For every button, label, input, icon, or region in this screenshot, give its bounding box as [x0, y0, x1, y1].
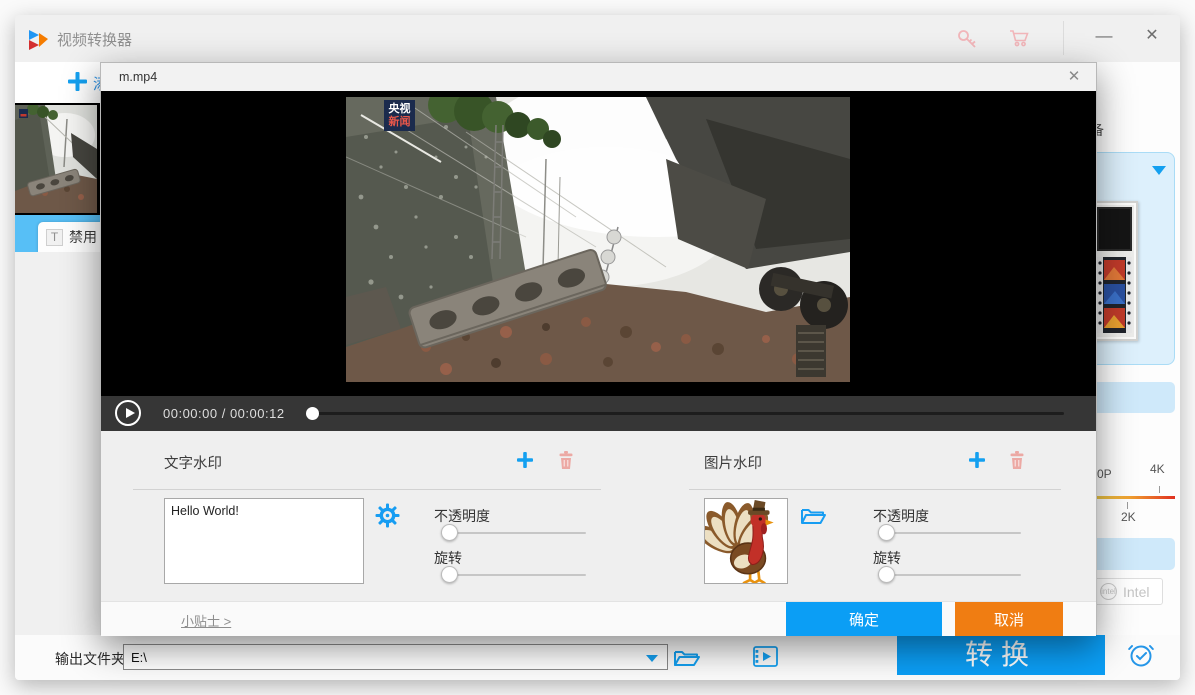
play-icon [126, 408, 135, 418]
text-opacity-slider[interactable] [441, 524, 586, 542]
turkey-image [705, 499, 787, 583]
time-display: 00:00:00 / 00:00:12 [163, 406, 285, 421]
cart-icon[interactable] [1008, 27, 1032, 51]
text-opacity-label: 不透明度 [434, 506, 490, 526]
resolution-label-4k: 4K [1150, 462, 1165, 476]
text-rotate-label: 旋转 [434, 548, 462, 568]
schedule-alarm-icon[interactable] [1126, 640, 1156, 670]
settings-row-1[interactable] [1085, 382, 1175, 413]
intel-logo-icon: intel [1100, 583, 1117, 600]
app-title: 视频转换器 [57, 29, 132, 50]
slider-handle[interactable] [878, 524, 895, 541]
dialog-header: m.mp4 ✕ [101, 63, 1096, 91]
open-output-folder-icon[interactable] [673, 645, 701, 669]
seek-track[interactable] [307, 412, 1064, 415]
slider-handle[interactable] [878, 566, 895, 583]
titlebar-divider [1063, 21, 1064, 55]
dialog-title: m.mp4 [119, 70, 157, 84]
image-opacity-slider[interactable] [878, 524, 1021, 542]
app-logo-icon [27, 28, 49, 50]
section-divider [133, 489, 601, 490]
right-settings-strip: 备 [1097, 62, 1180, 635]
resolution-gradient-slider[interactable] [1085, 496, 1175, 499]
seek-handle[interactable] [306, 407, 319, 420]
delete-image-watermark-icon[interactable] [1008, 450, 1026, 470]
watermark-text-input[interactable]: Hello World! [164, 498, 364, 584]
settings-row-2[interactable] [1085, 538, 1175, 570]
watermark-image-box[interactable] [704, 498, 788, 584]
intel-label: Intel [1123, 584, 1149, 600]
output-folder-value: E:\ [131, 650, 147, 665]
play-button[interactable] [115, 400, 141, 426]
image-rotate-label: 旋转 [873, 548, 901, 568]
dialog-close-button[interactable]: ✕ [1064, 67, 1084, 87]
format-preview-box [1091, 201, 1138, 341]
browse-image-folder-icon[interactable] [800, 504, 827, 527]
convert-button[interactable]: 转换 [897, 635, 1105, 675]
add-file-plus-icon[interactable] [67, 71, 88, 92]
delete-text-watermark-icon[interactable] [557, 450, 575, 470]
video-thumbnail[interactable] [15, 105, 97, 213]
resolution-label-2k: 2K [1121, 510, 1136, 524]
image-watermark-section: 图片水印 [689, 431, 1061, 601]
combobox-dropdown-icon[interactable] [646, 655, 658, 662]
add-text-watermark-icon[interactable] [516, 451, 534, 469]
slider-track[interactable] [878, 574, 1021, 576]
text-settings-gear-icon[interactable] [375, 503, 400, 528]
text-watermark-section: 文字水印 Hello World! [133, 431, 601, 601]
video-preview-area: 央视 新闻 [101, 91, 1096, 396]
resolution-tick-4k [1159, 486, 1160, 493]
dialog-footer: 小贴士 > 确定 取消 [101, 601, 1096, 636]
text-watermark-title: 文字水印 [164, 452, 222, 473]
resolution-label-left: 0P [1097, 467, 1112, 481]
tips-link[interactable]: 小贴士 > [181, 611, 231, 630]
slider-handle[interactable] [441, 524, 458, 541]
slider-handle[interactable] [441, 566, 458, 583]
intel-badge: intel Intel [1093, 578, 1163, 605]
output-folder-combobox[interactable]: E:\ [123, 644, 668, 670]
add-image-watermark-icon[interactable] [968, 451, 986, 469]
watermark-dialog: m.mp4 ✕ [100, 62, 1097, 635]
player-bar: 00:00:00 / 00:00:12 [101, 396, 1096, 431]
cancel-button[interactable]: 取消 [955, 602, 1063, 636]
image-rotate-slider[interactable] [878, 566, 1021, 584]
video-frame [346, 97, 850, 382]
ok-button[interactable]: 确定 [786, 602, 942, 636]
tab-disable-label: 禁用 [69, 227, 97, 247]
slider-track[interactable] [441, 574, 586, 576]
text-t-icon: T [46, 229, 63, 246]
left-panel-background [15, 252, 100, 635]
desktop: 视频转换器 — ✕ 添 [0, 0, 1195, 695]
format-preview-panel[interactable] [1085, 152, 1175, 365]
section-divider [689, 489, 1061, 490]
text-rotate-slider[interactable] [441, 566, 586, 584]
watermark-panel: 文字水印 Hello World! [101, 431, 1096, 601]
chevron-down-icon[interactable] [1152, 166, 1166, 175]
preview-screen [1097, 207, 1132, 251]
merge-video-icon[interactable] [752, 643, 779, 670]
video-thumbnail-block [15, 103, 100, 215]
resolution-tick-2k [1127, 502, 1128, 509]
close-window-button[interactable]: ✕ [1139, 23, 1165, 49]
filmstrip-icon [1097, 257, 1132, 333]
image-watermark-title: 图片水印 [704, 452, 762, 473]
seek-bar[interactable] [307, 396, 1064, 431]
image-opacity-label: 不透明度 [873, 506, 929, 526]
register-key-icon[interactable] [955, 27, 979, 51]
slider-track[interactable] [878, 532, 1021, 534]
slider-track[interactable] [441, 532, 586, 534]
titlebar: 视频转换器 — ✕ [15, 15, 1180, 62]
bottom-bar: 输出文件夹： E:\ 转换 [15, 635, 1180, 680]
minimize-button[interactable]: — [1091, 23, 1117, 49]
